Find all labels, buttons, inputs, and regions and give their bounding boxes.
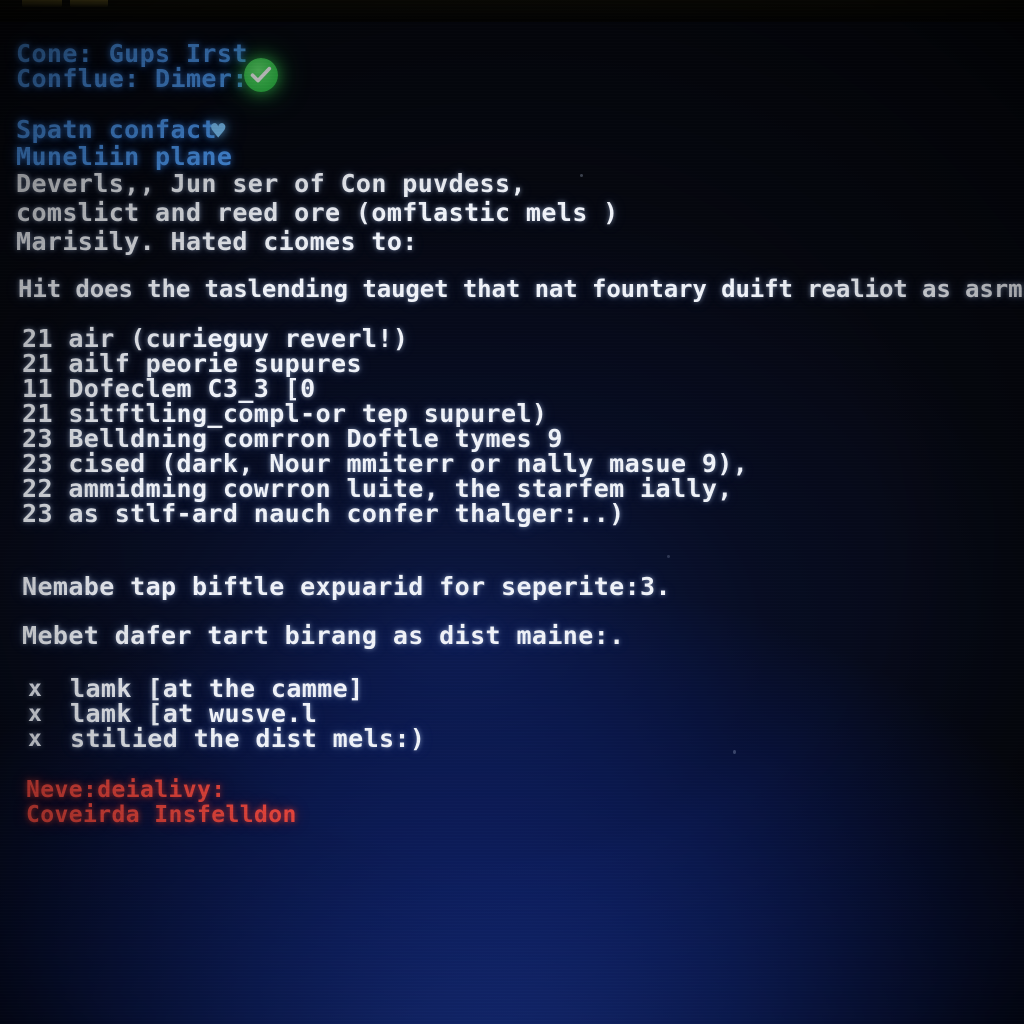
notice-line: Hit does the taslending tauget that nat … — [18, 275, 1024, 303]
bezel-chip-left — [22, 0, 62, 7]
bullet-x-icon: x — [28, 701, 42, 727]
bullet-x-icon: x — [28, 726, 42, 752]
dust-speck — [733, 750, 736, 754]
header-line-2: Conflue: Dimer: — [16, 64, 248, 93]
console-output: Cone: Gups Irst Conflue: Dimer: Spatn co… — [0, 0, 1024, 1024]
dust-speck — [667, 555, 670, 558]
list-item: 21 sitftling_compl-or tep supurel) — [22, 401, 547, 426]
section-subtitle: Muneliin plane — [16, 142, 233, 171]
paragraph-2: Mebet dafer tart birang as dist maine:. — [22, 621, 625, 650]
list-item: 21 air (curieguy reverl!) — [22, 326, 408, 351]
list-item-text: as stlf-ard nauch confer thalger:..) — [68, 499, 625, 528]
list-item: 11 Dofeclem C3_3 [0 — [22, 376, 316, 401]
list-item-count: 23 — [22, 499, 53, 528]
window-bezel-strip — [0, 0, 1024, 22]
error-line-2: Coveirda Insfelldon — [26, 802, 297, 828]
bezel-chip-right — [70, 0, 108, 7]
check-circle-icon — [244, 58, 278, 92]
bullet-item: lamk [at the camme] — [70, 674, 364, 703]
list-item: 22 ammidming cowrron luite, the starfem … — [22, 476, 733, 501]
intro-line-2: comslict and reed ore (omflastic mels ) — [16, 198, 619, 227]
list-item: 23 Belldning comrron Doftle tymes 9 — [22, 426, 563, 451]
dust-speck — [580, 174, 583, 177]
header-line-1: Cone: Gups Irst — [16, 39, 248, 68]
list-item: 23 cised (dark, Nour mmiterr or nally ma… — [22, 451, 748, 476]
bullet-item: stilied the dist mels:) — [70, 724, 426, 753]
heart-icon: ♥ — [211, 117, 226, 145]
paragraph-1: Nemabe tap biftle expuarid for seperite:… — [22, 572, 671, 601]
terminal-screen: Cone: Gups Irst Conflue: Dimer: Spatn co… — [0, 0, 1024, 1024]
list-item: 21 ailf peorie supures — [22, 351, 362, 376]
section-title: Spatn confact — [16, 115, 217, 144]
list-item: 23 as stlf-ard nauch confer thalger:..) — [22, 501, 625, 526]
bullet-item: lamk [at wusve.l — [70, 699, 318, 728]
bullet-x-icon: x — [28, 676, 42, 702]
error-line-1: Neve:deialivy: — [26, 777, 226, 803]
list-item-gap — [53, 499, 68, 528]
intro-line-1: Deverls,, Jun ser of Con puvdess, — [16, 169, 526, 198]
intro-line-3: Marisily. Hated ciomes to: — [16, 227, 418, 256]
